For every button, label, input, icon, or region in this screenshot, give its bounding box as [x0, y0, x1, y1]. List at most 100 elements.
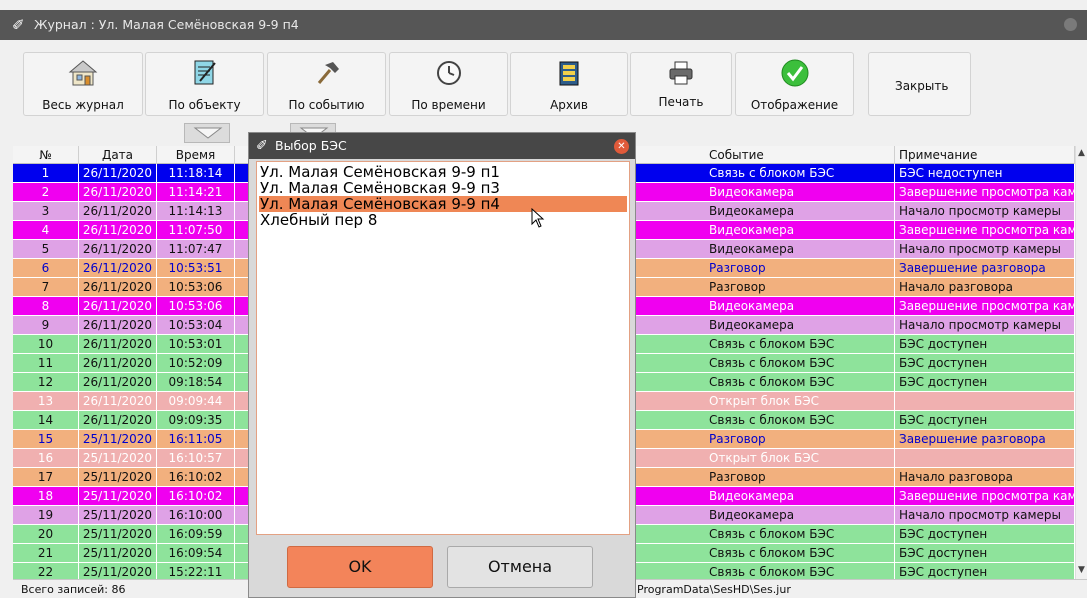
- by-object-label: По объекту: [168, 98, 241, 112]
- window-title: Журнал : Ул. Малая Семёновская 9-9 п4: [34, 17, 299, 32]
- cell-note: Завершение разговора: [895, 430, 1075, 449]
- by-object-dropdown[interactable]: [184, 123, 230, 143]
- cell-time: 16:10:02: [157, 487, 235, 506]
- cell-note: БЭС доступен: [895, 544, 1075, 563]
- all-journal-button[interactable]: Весь журнал: [23, 52, 143, 116]
- cell-time: 09:18:54: [157, 373, 235, 392]
- mouse-cursor-icon: [531, 208, 545, 228]
- cancel-button[interactable]: Отмена: [447, 546, 593, 588]
- cell-time: 10:53:06: [157, 278, 235, 297]
- cell-number: 19: [13, 506, 79, 525]
- app-logo-icon: ✐: [256, 138, 268, 154]
- col-header-note[interactable]: Примечание: [895, 146, 1075, 164]
- close-button[interactable]: Закрыть: [868, 52, 971, 116]
- cell-date: 25/11/2020: [79, 544, 157, 563]
- cell-time: 10:53:06: [157, 297, 235, 316]
- house-icon: [24, 59, 142, 87]
- by-event-button[interactable]: По событию: [267, 52, 386, 116]
- scroll-up-icon[interactable]: ▲: [1076, 148, 1087, 158]
- cell-note: Завершение просмотра камеры: [895, 487, 1075, 506]
- cell-number: 13: [13, 392, 79, 411]
- cell-event: Связь с блоком БЭС: [705, 354, 895, 373]
- cell-number: 12: [13, 373, 79, 392]
- bes-list[interactable]: Хлебный пер 8 Ул. Малая Семёновская 9-9 п…: [256, 161, 630, 535]
- cell-time: 16:10:00: [157, 506, 235, 525]
- cell-event: Связь с блоком БЭС: [705, 544, 895, 563]
- record-count: Всего записей: 86: [21, 583, 126, 596]
- by-object-button[interactable]: По объекту: [145, 52, 264, 116]
- vertical-scrollbar[interactable]: ▲ ▼: [1075, 146, 1087, 579]
- cell-note: БЭС доступен: [895, 373, 1075, 392]
- cell-note: БЭС доступен: [895, 525, 1075, 544]
- bes-list-item[interactable]: Ул. Малая Семёновская 9-9 п3: [259, 180, 627, 196]
- cell-number: 8: [13, 297, 79, 316]
- cell-time: 10:52:09: [157, 354, 235, 373]
- cell-number: 18: [13, 487, 79, 506]
- cell-number: 1: [13, 164, 79, 183]
- checkmark-icon: [736, 59, 853, 87]
- archive-button[interactable]: Архив: [510, 52, 628, 116]
- notepad-icon: [146, 59, 263, 87]
- cell-event: Связь с блоком БЭС: [705, 335, 895, 354]
- cell-time: 11:18:14: [157, 164, 235, 183]
- display-button[interactable]: Отображение: [735, 52, 854, 116]
- window-titlebar: ✐ Журнал : Ул. Малая Семёновская 9-9 п4: [0, 10, 1087, 40]
- col-header-time[interactable]: Время: [157, 146, 235, 164]
- cell-number: 22: [13, 563, 79, 579]
- cell-event: Связь с блоком БЭС: [705, 525, 895, 544]
- journal-path: ProgramData\SesHD\Ses.jur: [637, 583, 791, 596]
- cell-note: Начало разговора: [895, 468, 1075, 487]
- app-logo-icon: ✐: [12, 16, 25, 34]
- cell-time: 16:09:59: [157, 525, 235, 544]
- cell-date: 25/11/2020: [79, 468, 157, 487]
- cell-time: 09:09:35: [157, 411, 235, 430]
- cell-event: Видеокамера: [705, 221, 895, 240]
- cell-time: 10:53:51: [157, 259, 235, 278]
- cell-date: 26/11/2020: [79, 354, 157, 373]
- cell-time: 11:14:21: [157, 183, 235, 202]
- cell-time: 11:07:50: [157, 221, 235, 240]
- bes-selection-dialog: ✐ Выбор БЭС ✕ Хлебный пер 8 Ул. Малая Сем…: [248, 132, 636, 598]
- bes-list-item[interactable]: Ул. Малая Семёновская 9-9 п4: [259, 196, 627, 212]
- bes-list-item[interactable]: Хлебный пер 8: [259, 212, 627, 228]
- cell-note: [895, 392, 1075, 411]
- bes-list-item[interactable]: Ул. Малая Семёновская 9-9 п1: [259, 164, 627, 180]
- ok-button[interactable]: OK: [287, 546, 433, 588]
- cell-event: Видеокамера: [705, 487, 895, 506]
- cell-note: Начало разговора: [895, 278, 1075, 297]
- toolbar: Весь журнал По объекту По событию По вре…: [13, 40, 1087, 128]
- cell-note: БЭС доступен: [895, 563, 1075, 579]
- cell-date: 26/11/2020: [79, 202, 157, 221]
- cell-event: Связь с блоком БЭС: [705, 373, 895, 392]
- cell-date: 26/11/2020: [79, 183, 157, 202]
- print-button[interactable]: Печать: [630, 52, 732, 116]
- scroll-down-icon[interactable]: ▼: [1076, 565, 1087, 575]
- close-icon[interactable]: ✕: [614, 139, 629, 154]
- window-control-icon[interactable]: [1064, 18, 1077, 31]
- cell-event: Открыт блок БЭС: [705, 392, 895, 411]
- cell-number: 4: [13, 221, 79, 240]
- cell-event: Разговор: [705, 430, 895, 449]
- cell-number: 14: [13, 411, 79, 430]
- cell-date: 26/11/2020: [79, 392, 157, 411]
- close-label: Закрыть: [895, 79, 949, 93]
- cell-date: 26/11/2020: [79, 164, 157, 183]
- cell-number: 15: [13, 430, 79, 449]
- cell-event: Связь с блоком БЭС: [705, 563, 895, 579]
- cell-time: 16:11:05: [157, 430, 235, 449]
- cell-time: 10:53:04: [157, 316, 235, 335]
- cell-event: Видеокамера: [705, 240, 895, 259]
- cell-date: 25/11/2020: [79, 506, 157, 525]
- cell-number: 6: [13, 259, 79, 278]
- cell-date: 26/11/2020: [79, 240, 157, 259]
- cell-event: Разговор: [705, 468, 895, 487]
- col-header-number[interactable]: №: [13, 146, 79, 164]
- cell-date: 25/11/2020: [79, 487, 157, 506]
- cell-event: Видеокамера: [705, 506, 895, 525]
- by-time-button[interactable]: По времени: [389, 52, 508, 116]
- cell-time: 16:09:54: [157, 544, 235, 563]
- cell-number: 9: [13, 316, 79, 335]
- col-header-event[interactable]: Событие: [705, 146, 895, 164]
- cell-number: 2: [13, 183, 79, 202]
- col-header-date[interactable]: Дата: [79, 146, 157, 164]
